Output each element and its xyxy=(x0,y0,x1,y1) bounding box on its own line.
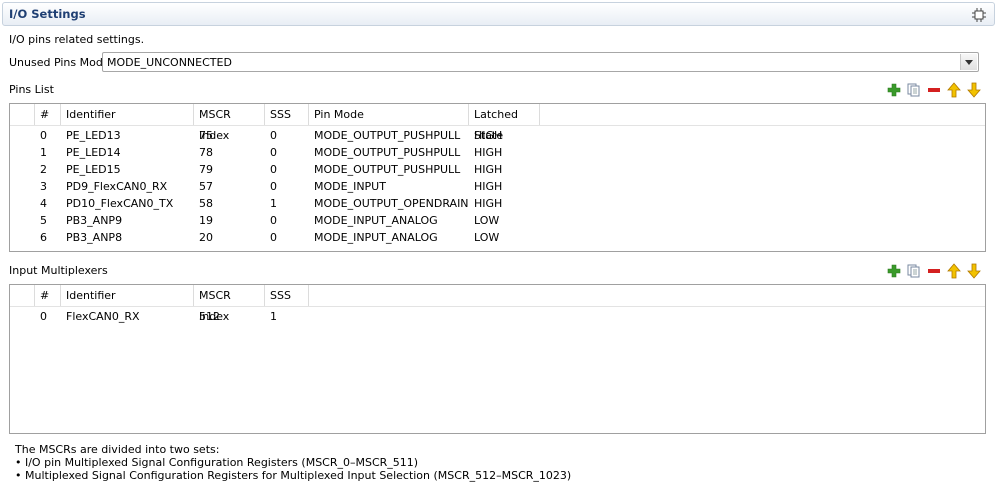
table-cell: 0 xyxy=(40,310,47,323)
table-cell: 1 xyxy=(270,197,277,210)
table-cell: MODE_OUTPUT_PUSHPULL xyxy=(314,129,461,142)
copy-icon[interactable] xyxy=(906,82,922,98)
table-header: # Identifier MSCR Index SSS xyxy=(10,285,985,323)
table-cell: HIGH xyxy=(474,129,503,142)
table-cell: 0 xyxy=(270,163,277,176)
column-header-spacer xyxy=(10,104,35,125)
pins-list-title: Pins List xyxy=(9,83,54,96)
table-cell: MODE_OUTPUT_PUSHPULL xyxy=(314,163,461,176)
section-title: I/O Settings xyxy=(9,7,86,21)
column-header[interactable]: MSCR Index xyxy=(194,285,265,323)
table-row[interactable]: 2 PE_LED15 79 0 MODE_OUTPUT_PUSHPULL HIGH xyxy=(10,161,985,178)
pins-list-table[interactable]: # Identifier MSCR Index SSS Pin Mode Latched … xyxy=(9,103,986,252)
footnote-line: • I/O pin Multiplexed Signal Configurati… xyxy=(15,456,419,469)
table-cell: 78 xyxy=(199,146,213,159)
table-row[interactable]: 0 FlexCAN0_RX 512 1 xyxy=(10,308,985,325)
column-header[interactable]: Identifier xyxy=(61,104,194,125)
table-cell: HIGH xyxy=(474,197,503,210)
table-cell: 20 xyxy=(199,231,213,244)
table-cell: FlexCAN0_RX xyxy=(66,310,140,323)
table-cell: PD10_FlexCAN0_TX xyxy=(66,197,174,210)
chip-icon xyxy=(972,8,986,25)
column-header[interactable]: SSS xyxy=(265,104,309,125)
table-cell: 1 xyxy=(40,146,47,159)
table-cell: HIGH xyxy=(474,180,503,193)
remove-icon[interactable] xyxy=(926,263,942,279)
table-cell: MODE_INPUT xyxy=(314,180,386,193)
column-header[interactable]: SSS xyxy=(265,285,309,306)
table-cell: PB3_ANP9 xyxy=(66,214,123,227)
table-cell: 2 xyxy=(40,163,47,176)
table-cell: 0 xyxy=(270,231,277,244)
unused-pins-value: MODE_UNCONNECTED xyxy=(107,56,232,69)
table-cell: PD9_FlexCAN0_RX xyxy=(66,180,168,193)
table-cell: MODE_INPUT_ANALOG xyxy=(314,214,438,227)
table-cell: MODE_OUTPUT_PUSHPULL xyxy=(314,146,461,159)
table-row[interactable]: 5 PB3_ANP9 19 0 MODE_INPUT_ANALOG LOW xyxy=(10,212,985,229)
footnote: The MSCRs are divided into two sets: • I… xyxy=(15,443,571,482)
table-row[interactable]: 4 PD10_FlexCAN0_TX 58 1 MODE_OUTPUT_OPENDRAI… xyxy=(10,195,985,212)
table-cell: 79 xyxy=(199,163,213,176)
unused-pins-select[interactable]: MODE_UNCONNECTED xyxy=(102,52,979,72)
column-header[interactable]: # xyxy=(35,285,61,306)
footnote-line: • Multiplexed Signal Configuration Regis… xyxy=(15,469,572,482)
table-cell: 4 xyxy=(40,197,47,210)
table-cell: MODE_INPUT_ANALOG xyxy=(314,231,438,244)
input-mux-title: Input Multiplexers xyxy=(9,264,108,277)
table-cell: 0 xyxy=(270,129,277,142)
add-icon[interactable] xyxy=(886,82,902,98)
move-up-icon[interactable] xyxy=(946,82,962,98)
copy-icon[interactable] xyxy=(906,263,922,279)
input-mux-table[interactable]: # Identifier MSCR Index SSS 0 FlexCAN0_RX 512 1 xyxy=(9,284,986,434)
table-cell: PE_LED15 xyxy=(66,163,121,176)
table-cell: 1 xyxy=(270,310,277,323)
table-cell: HIGH xyxy=(474,146,503,159)
column-header[interactable]: Latched State xyxy=(469,104,540,142)
table-cell: 0 xyxy=(270,146,277,159)
table-header: # Identifier MSCR Index SSS Pin Mode Latched … xyxy=(10,104,985,142)
unused-pins-label: Unused Pins Mode xyxy=(9,56,110,69)
pins-list-toolbar xyxy=(886,82,986,98)
table-cell: 0 xyxy=(270,180,277,193)
column-header-spacer xyxy=(10,285,35,306)
description: I/O pins related settings. xyxy=(9,33,145,46)
table-cell: 6 xyxy=(40,231,47,244)
input-mux-toolbar xyxy=(886,263,986,279)
table-row[interactable]: 0 PE_LED13 75 0 MODE_OUTPUT_PUSHPULL HIGH xyxy=(10,127,985,144)
table-cell: LOW xyxy=(474,214,500,227)
table-cell: 75 xyxy=(199,129,213,142)
table-row[interactable]: 1 PE_LED14 78 0 MODE_OUTPUT_PUSHPULL HIGH xyxy=(10,144,985,161)
footnote-line: The MSCRs are divided into two sets: xyxy=(15,443,220,456)
table-cell: 0 xyxy=(270,214,277,227)
table-cell: 0 xyxy=(40,129,47,142)
section-header: I/O Settings xyxy=(2,2,995,26)
chevron-down-icon[interactable] xyxy=(960,54,977,70)
column-header[interactable]: Identifier xyxy=(61,285,194,306)
remove-icon[interactable] xyxy=(926,82,942,98)
table-cell: HIGH xyxy=(474,163,503,176)
move-down-icon[interactable] xyxy=(966,82,982,98)
table-cell: 57 xyxy=(199,180,213,193)
table-cell: 512 xyxy=(199,310,220,323)
column-header[interactable]: Pin Mode xyxy=(309,104,469,125)
move-down-icon[interactable] xyxy=(966,263,982,279)
column-header[interactable]: MSCR Index xyxy=(194,104,265,142)
move-up-icon[interactable] xyxy=(946,263,962,279)
add-icon[interactable] xyxy=(886,263,902,279)
table-row[interactable]: 6 PB3_ANP8 20 0 MODE_INPUT_ANALOG LOW xyxy=(10,229,985,246)
table-cell: 58 xyxy=(199,197,213,210)
table-cell: 19 xyxy=(199,214,213,227)
column-header[interactable]: # xyxy=(35,104,61,125)
table-cell: PE_LED13 xyxy=(66,129,121,142)
table-cell: 5 xyxy=(40,214,47,227)
table-cell: PE_LED14 xyxy=(66,146,121,159)
table-cell: PB3_ANP8 xyxy=(66,231,123,244)
table-row[interactable]: 3 PD9_FlexCAN0_RX 57 0 MODE_INPUT HIGH xyxy=(10,178,985,195)
table-cell: 3 xyxy=(40,180,47,193)
table-cell: MODE_OUTPUT_OPENDRAIN xyxy=(314,197,469,210)
table-cell: LOW xyxy=(474,231,500,244)
